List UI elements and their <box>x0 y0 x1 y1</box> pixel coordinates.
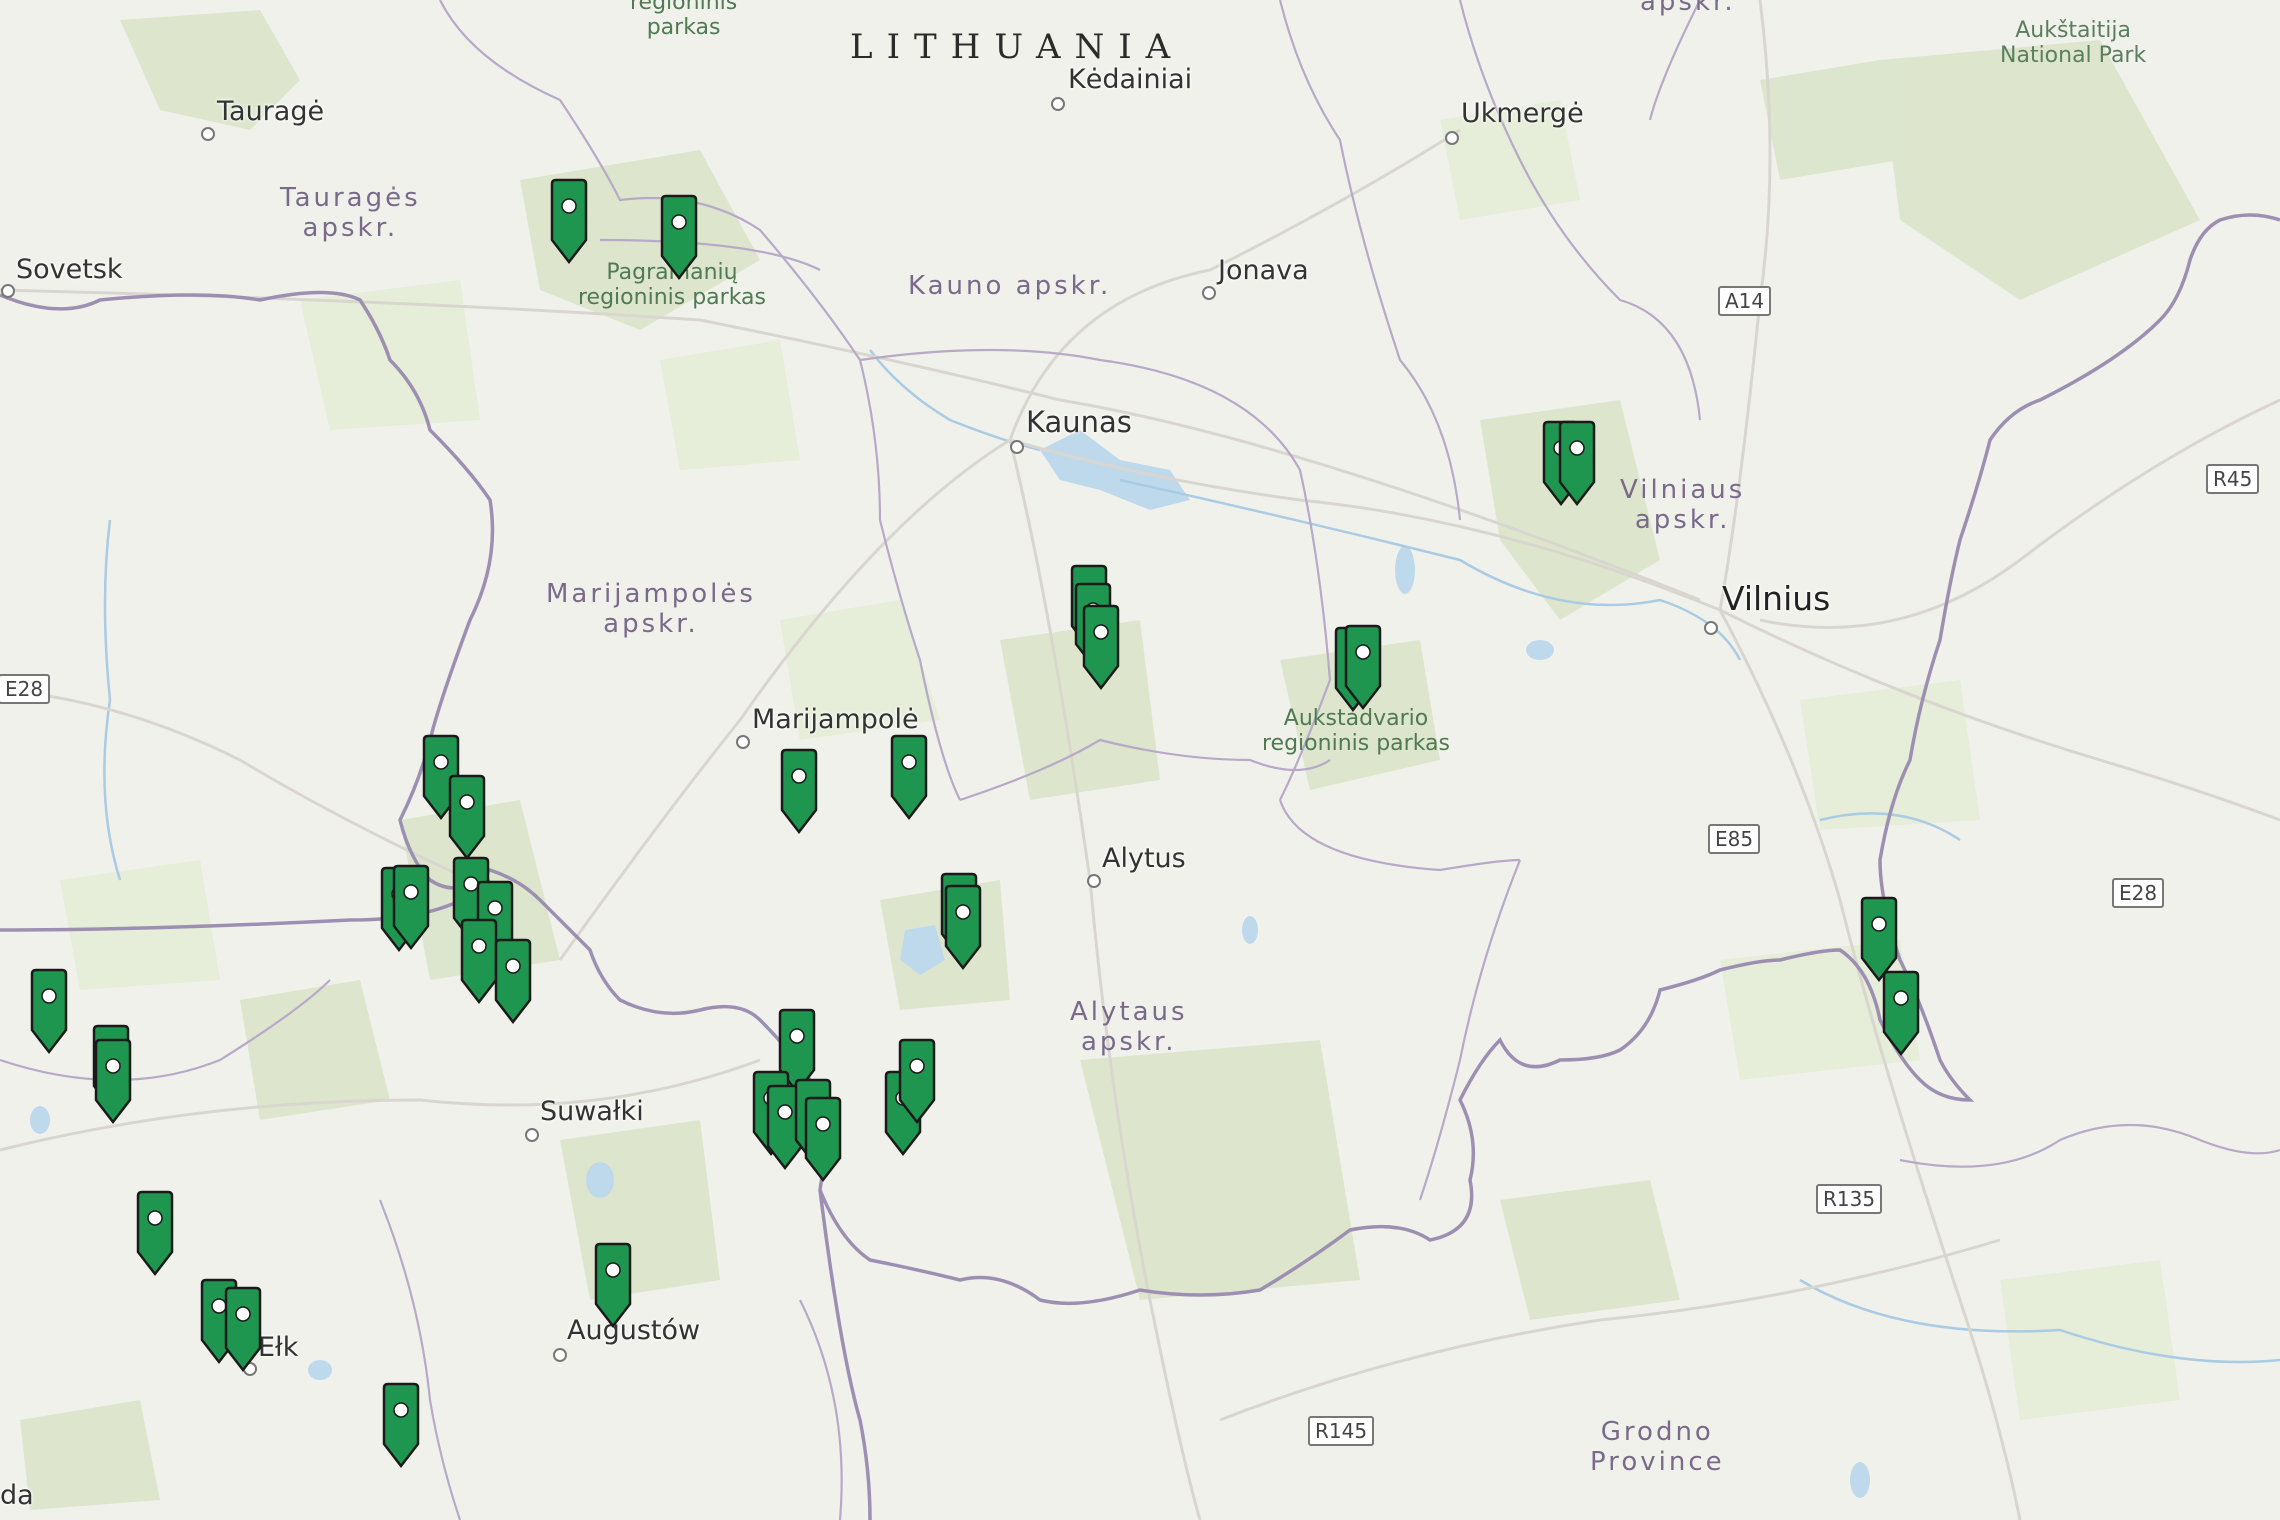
map-pin-icon <box>780 748 818 835</box>
region-label-vilniaus: Vilniaus apskr. <box>1620 475 1746 535</box>
city-label-suwalki: Suwałki <box>540 1096 644 1127</box>
map-pin-icon <box>1882 970 1920 1057</box>
map-pin-icon <box>1344 624 1382 711</box>
road-shield-e85: E85 <box>1708 824 1761 854</box>
map-pin-icon <box>898 1038 936 1125</box>
map-pin-icon <box>944 884 982 971</box>
city-dot-suwalki <box>525 1128 539 1142</box>
city-label-taurage: Tauragė <box>217 96 325 127</box>
city-dot-kedainiai <box>1051 97 1065 111</box>
map-pin-icon <box>660 194 698 281</box>
map-pin-icon <box>382 1382 420 1469</box>
map-pin-icon <box>136 1190 174 1277</box>
road-shield-r145: R145 <box>1308 1416 1375 1446</box>
city-label-jonava: Jonava <box>1218 255 1309 286</box>
map-pin-icon <box>1082 604 1120 691</box>
region-label-marijampoles: Marijampolės apskr. <box>546 579 756 639</box>
map-canvas[interactable]: LITHUANIA regioninis parkas apskr. Aukšta… <box>0 0 2280 1520</box>
city-dot-marijampole <box>736 735 750 749</box>
location-marker[interactable] <box>940 884 986 978</box>
city-dot-kaunas <box>1010 440 1024 454</box>
location-marker[interactable] <box>800 1096 846 1190</box>
location-marker[interactable] <box>132 1190 178 1284</box>
road-shield-e28-left: E28 <box>0 674 51 704</box>
city-label-vilnius: Vilnius <box>1722 579 1831 618</box>
city-dot-sovetsk <box>1 284 15 298</box>
map-pin-icon <box>448 774 486 861</box>
city-label-sovetsk: Sovetsk <box>16 254 123 285</box>
map-pin-icon <box>804 1096 842 1183</box>
map-pin-icon <box>30 968 68 1055</box>
city-dot-jonava <box>1202 286 1216 300</box>
map-pin-icon <box>890 734 928 821</box>
park-label-top: regioninis parkas <box>630 0 738 41</box>
map-pin-icon <box>1558 420 1596 507</box>
city-label-alytus: Alytus <box>1102 843 1186 874</box>
city-dot-taurage <box>201 127 215 141</box>
region-label-grodno: Grodno Province <box>1590 1417 1725 1477</box>
map-pin-icon <box>392 864 430 951</box>
city-dot-vilnius <box>1704 621 1718 635</box>
location-marker[interactable] <box>1340 624 1386 718</box>
location-marker[interactable] <box>490 938 536 1032</box>
region-label-alytaus: Alytaus apskr. <box>1070 997 1188 1057</box>
map-pin-icon <box>94 1038 132 1125</box>
city-dot-ukmerge <box>1445 131 1459 145</box>
location-marker[interactable] <box>590 1242 636 1336</box>
location-marker[interactable] <box>1554 420 1600 514</box>
map-pin-icon <box>594 1242 632 1329</box>
region-label-taurage: Tauragės apskr. <box>280 183 421 243</box>
location-marker[interactable] <box>378 1382 424 1476</box>
road-shield-a14: A14 <box>1718 286 1772 316</box>
city-label-ukmerge: Ukmergė <box>1461 98 1584 129</box>
location-marker[interactable] <box>546 178 592 272</box>
region-label-top-right: apskr. <box>1640 0 1736 17</box>
location-marker[interactable] <box>26 968 72 1062</box>
road-shield-r135: R135 <box>1816 1184 1883 1214</box>
map-pin-icon <box>494 938 532 1025</box>
road-shield-e28-right: E28 <box>2112 878 2165 908</box>
city-dot-augustow <box>553 1348 567 1362</box>
location-marker[interactable] <box>776 748 822 842</box>
city-label-da: da <box>0 1480 34 1511</box>
city-label-marijampole: Marijampolė <box>752 704 919 735</box>
location-marker[interactable] <box>388 864 434 958</box>
location-marker[interactable] <box>90 1038 136 1132</box>
location-marker[interactable] <box>220 1286 266 1380</box>
park-label-aukstaitija: Aukštaitija National Park <box>2000 18 2147 69</box>
location-marker[interactable] <box>886 734 932 828</box>
map-pin-icon <box>224 1286 262 1373</box>
location-marker[interactable] <box>1878 970 1924 1064</box>
road-shield-r45: R45 <box>2206 464 2260 494</box>
location-marker[interactable] <box>656 194 702 288</box>
location-marker[interactable] <box>1078 604 1124 698</box>
country-label-lithuania: LITHUANIA <box>850 27 1185 67</box>
location-marker[interactable] <box>444 774 490 868</box>
city-label-kaunas: Kaunas <box>1026 405 1132 439</box>
map-pin-icon <box>550 178 588 265</box>
region-label-kauno: Kauno apskr. <box>908 271 1112 301</box>
city-label-kedainiai: Kėdainiai <box>1068 64 1193 95</box>
city-dot-alytus <box>1087 874 1101 888</box>
location-marker[interactable] <box>894 1038 940 1132</box>
